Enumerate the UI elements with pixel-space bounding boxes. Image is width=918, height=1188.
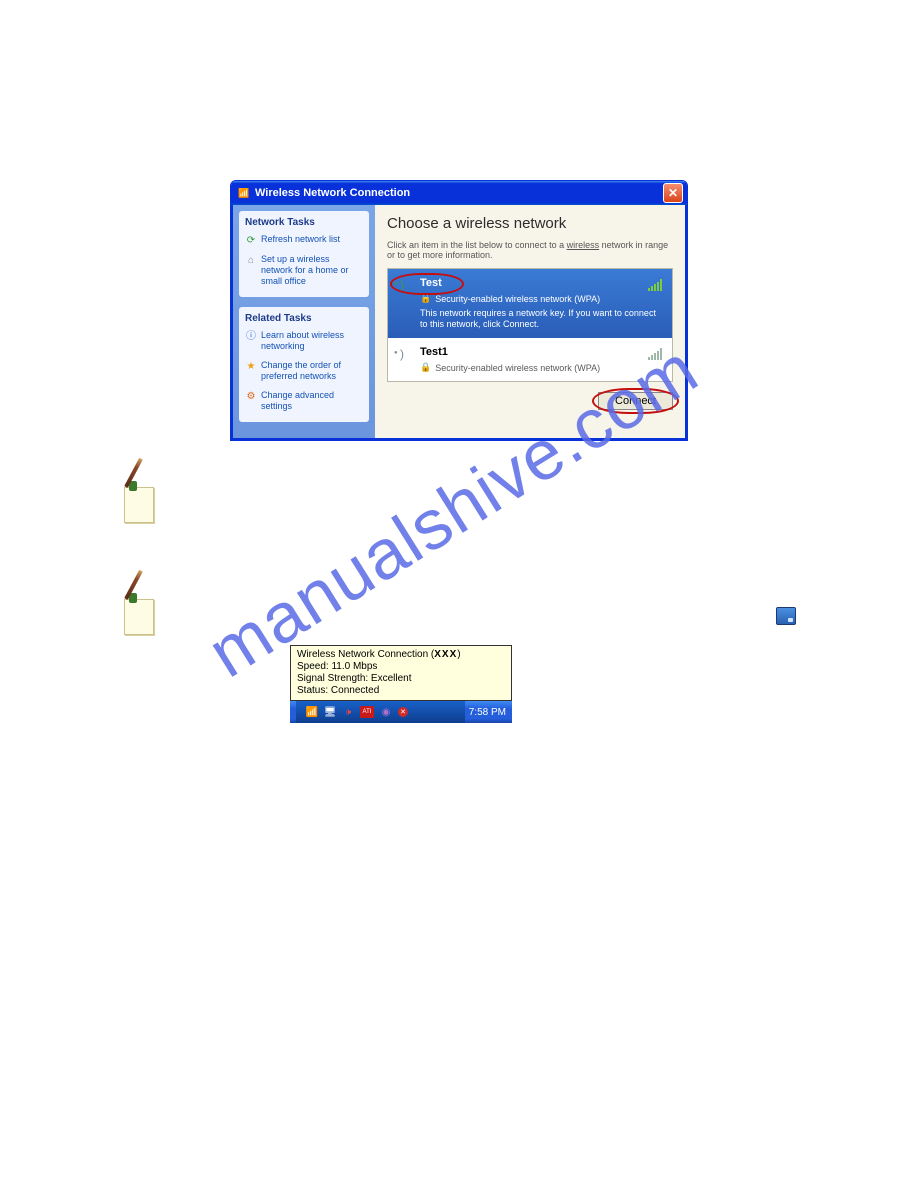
close-icon: ✕ — [668, 186, 678, 200]
refresh-icon: ⟳ — [245, 234, 257, 246]
network-tasks-title: Network Tasks — [245, 217, 363, 228]
signal-icon — [394, 346, 412, 373]
network-list: Test 🔒 Security-enabled wireless network… — [387, 268, 673, 382]
connect-button[interactable]: Connect — [598, 392, 673, 410]
connection-balloon: Wireless Network Connection (XXX) Speed:… — [290, 645, 512, 701]
desc-link: wireless — [567, 240, 600, 250]
desc-pre: Click an item in the list below to conne… — [387, 240, 567, 250]
button-row: Connect — [387, 382, 673, 410]
signal-bars-icon — [648, 348, 662, 360]
network-item-test1[interactable]: Test1 🔒 Security-enabled wireless networ… — [388, 338, 672, 381]
signal-bars-icon — [648, 279, 662, 291]
setup-label: Set up a wireless network for a home or … — [261, 254, 363, 287]
system-tray: 📶 🖥 🕩 ATI ◉ ✕ — [296, 701, 465, 723]
advanced-label: Change advanced settings — [261, 390, 363, 412]
tray-network-icon[interactable]: 🖥 — [324, 706, 336, 718]
related-tasks-title: Related Tasks — [245, 313, 363, 324]
main-panel: Choose a wireless network Click an item … — [375, 205, 685, 438]
main-heading: Choose a wireless network — [387, 215, 673, 232]
signal-icon — [394, 277, 412, 330]
balloon-ssid: XXX — [434, 649, 457, 660]
taskbar: 📶 🖥 🕩 ATI ◉ ✕ 7:58 PM — [290, 701, 512, 723]
network-subtext: 🔒 Security-enabled wireless network (WPA… — [420, 293, 664, 304]
related-tasks-box: Related Tasks ⓘ Learn about wireless net… — [239, 307, 369, 422]
window-title: Wireless Network Connection — [255, 187, 663, 199]
balloon-status: Status: Connected — [297, 685, 505, 697]
note-icon — [120, 481, 156, 523]
order-label: Change the order of preferred networks — [261, 360, 363, 382]
wireless-dialog: 📶 Wireless Network Connection ✕ Network … — [230, 180, 688, 441]
learn-wireless[interactable]: ⓘ Learn about wireless networking — [245, 330, 363, 352]
balloon-speed: Speed: 11.0 Mbps — [297, 661, 505, 673]
connection-balloon-block: Wireless Network Connection (XXX) Speed:… — [290, 645, 512, 723]
balloon-title: Wireless Network Connection (XXX) — [297, 649, 505, 661]
sidebar: Network Tasks ⟳ Refresh network list ⌂ S… — [233, 205, 375, 438]
change-order-networks[interactable]: ★ Change the order of preferred networks — [245, 360, 363, 382]
info-icon: ⓘ — [245, 330, 257, 342]
tray-ati-icon[interactable]: ATI — [360, 706, 374, 718]
star-icon: ★ — [245, 360, 257, 372]
change-advanced-settings[interactable]: ⚙ Change advanced settings — [245, 390, 363, 412]
note-icon — [120, 593, 156, 635]
tray-app-icon[interactable]: ◉ — [380, 706, 392, 718]
setup-wireless-network[interactable]: ⌂ Set up a wireless network for a home o… — [245, 254, 363, 287]
taskbar-clock: 7:58 PM — [469, 707, 506, 718]
network-extra: This network requires a network key. If … — [420, 308, 664, 330]
titlebar: 📶 Wireless Network Connection ✕ — [231, 181, 687, 205]
computer-tray-icon — [776, 607, 796, 625]
lock-icon: 🔒 — [420, 293, 431, 304]
balloon-signal: Signal Strength: Excellent — [297, 673, 505, 685]
refresh-label: Refresh network list — [261, 234, 340, 246]
network-name: Test1 — [420, 346, 448, 358]
network-item-test[interactable]: Test 🔒 Security-enabled wireless network… — [388, 269, 672, 338]
network-name: Test — [420, 277, 442, 289]
setup-icon: ⌂ — [245, 254, 257, 266]
tray-volume-icon[interactable]: 🕩 — [342, 706, 354, 718]
network-tasks-box: Network Tasks ⟳ Refresh network list ⌂ S… — [239, 211, 369, 297]
tray-security-icon[interactable]: ✕ — [398, 707, 408, 717]
lock-icon: 🔒 — [420, 362, 431, 373]
wireless-icon: 📶 — [237, 186, 251, 200]
gear-icon: ⚙ — [245, 390, 257, 402]
refresh-network-list[interactable]: ⟳ Refresh network list — [245, 234, 363, 246]
main-description: Click an item in the list below to conne… — [387, 240, 673, 260]
close-button[interactable]: ✕ — [663, 183, 683, 203]
network-subtext: 🔒 Security-enabled wireless network (WPA… — [420, 362, 664, 373]
learn-label: Learn about wireless networking — [261, 330, 363, 352]
tray-wireless-icon[interactable]: 📶 — [306, 706, 318, 718]
